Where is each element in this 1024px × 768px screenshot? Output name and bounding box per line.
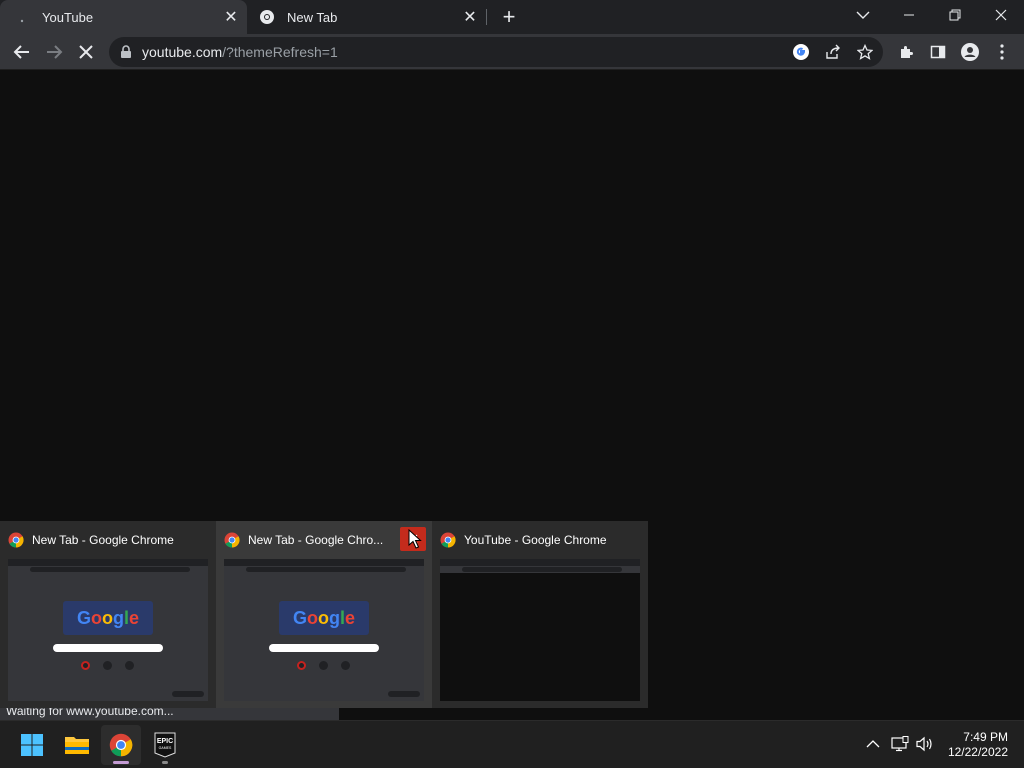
show-hidden-icons-chevron-icon[interactable]	[862, 733, 884, 755]
volume-icon[interactable]	[914, 733, 936, 755]
thumbnail-window-3[interactable]: YouTube - Google Chrome	[432, 521, 648, 708]
extensions-icon[interactable]	[895, 41, 917, 63]
chrome-icon	[109, 733, 133, 757]
epic-games-button[interactable]: EPIC GAMES	[145, 725, 185, 765]
side-panel-icon[interactable]	[927, 41, 949, 63]
google-lens-icon[interactable]	[791, 42, 811, 62]
thumbnail-window-2[interactable]: New Tab - Google Chro... Google	[216, 521, 432, 708]
windows-taskbar: EPIC GAMES 7:49 PM 12/22/2022	[0, 720, 1024, 768]
preview-shortcut-icon	[341, 661, 350, 670]
preview-tabstrip	[440, 559, 640, 566]
thumbnail-preview-image: Google	[224, 559, 424, 701]
preview-customize-button	[172, 691, 204, 697]
clock-time: 7:49 PM	[963, 730, 1008, 744]
system-clock[interactable]: 7:49 PM 12/22/2022	[948, 730, 1008, 760]
browser-toolbar: youtube.com/?themeRefresh=1	[0, 34, 1024, 70]
tab-strip: YouTube ✕ New Tab ✕ +	[0, 0, 1024, 34]
file-explorer-button[interactable]	[57, 725, 97, 765]
back-button[interactable]	[8, 38, 36, 66]
windows-logo-icon	[21, 734, 43, 756]
preview-body: Google	[8, 573, 208, 701]
google-doodle-icon: Google	[279, 601, 369, 635]
stop-loading-button[interactable]	[72, 38, 100, 66]
start-button[interactable]	[12, 725, 52, 765]
preview-shortcut-icon	[319, 661, 328, 670]
preview-tabstrip	[8, 559, 208, 566]
chrome-icon	[224, 532, 240, 548]
close-window-button[interactable]	[978, 0, 1024, 30]
chrome-icon	[259, 9, 275, 25]
preview-customize-button	[388, 691, 420, 697]
chrome-taskbar-button[interactable]	[101, 725, 141, 765]
restore-button[interactable]	[932, 0, 978, 30]
thumbnail-header: New Tab - Google Chro...	[224, 532, 383, 548]
close-tab-icon[interactable]: ✕	[221, 7, 241, 27]
share-icon[interactable]	[823, 42, 843, 62]
thumbnail-title: New Tab - Google Chrome	[32, 533, 174, 547]
preview-shortcut-icon	[125, 661, 134, 670]
chrome-icon	[440, 532, 456, 548]
preview-urlbar	[30, 567, 190, 572]
address-bar[interactable]: youtube.com/?themeRefresh=1	[109, 37, 883, 67]
preview-shortcut-icon	[297, 661, 306, 670]
thumbnail-window-1[interactable]: New Tab - Google Chrome Google	[0, 521, 216, 708]
url-domain: youtube.com	[142, 44, 223, 60]
preview-shortcut-icon	[103, 661, 112, 670]
svg-text:GAMES: GAMES	[159, 746, 172, 750]
folder-icon	[65, 737, 89, 754]
new-tab-button[interactable]: +	[497, 4, 521, 29]
network-icon[interactable]	[889, 733, 911, 755]
preview-body: Google	[224, 573, 424, 701]
forward-button[interactable]	[40, 38, 68, 66]
preview-searchbox	[269, 644, 379, 652]
tab-title: New Tab	[287, 9, 338, 25]
minimize-button[interactable]	[886, 0, 932, 30]
lock-icon[interactable]	[120, 45, 132, 64]
active-app-indicator	[113, 761, 129, 764]
menu-kebab-icon[interactable]	[991, 41, 1013, 63]
bookmark-star-icon[interactable]	[855, 42, 875, 62]
clock-date: 12/22/2022	[947, 745, 1008, 759]
thumbnail-title: YouTube - Google Chrome	[464, 533, 607, 547]
tab-title: YouTube	[42, 9, 94, 25]
thumbnail-header: New Tab - Google Chrome	[8, 532, 174, 548]
tab-youtube[interactable]: YouTube ✕	[0, 0, 247, 34]
tab-separator	[486, 9, 487, 25]
chrome-icon	[8, 532, 24, 548]
tab-new-tab[interactable]: New Tab ✕	[247, 0, 486, 34]
preview-body	[440, 573, 640, 701]
preview-searchbox	[53, 644, 163, 652]
epic-logo-text: EPIC	[157, 738, 173, 745]
thumbnail-preview-image: Google	[8, 559, 208, 701]
url-text: youtube.com/?themeRefresh=1	[142, 44, 338, 60]
running-app-indicator	[162, 761, 168, 764]
mouse-cursor-icon	[408, 529, 422, 549]
thumbnail-preview-image	[440, 559, 640, 701]
loading-spinner-icon	[14, 9, 30, 25]
epic-games-icon: EPIC GAMES	[154, 732, 176, 758]
profile-avatar-icon[interactable]	[959, 41, 981, 63]
thumbnail-header: YouTube - Google Chrome	[440, 532, 607, 548]
preview-tabstrip	[224, 559, 424, 566]
tab-search-icon[interactable]	[840, 0, 886, 30]
google-doodle-icon: Google	[63, 601, 153, 635]
screen: YouTube ✕ New Tab ✕ + youtube.com/?theme…	[0, 0, 1024, 768]
preview-shortcut-icon	[81, 661, 90, 670]
preview-urlbar	[462, 567, 622, 572]
url-path: /?themeRefresh=1	[222, 44, 338, 60]
thumbnail-title: New Tab - Google Chro...	[248, 533, 384, 547]
taskbar-thumbnail-preview: New Tab - Google Chrome Google New Tab -…	[0, 521, 648, 708]
preview-urlbar	[246, 567, 406, 572]
close-tab-icon[interactable]: ✕	[460, 7, 480, 27]
